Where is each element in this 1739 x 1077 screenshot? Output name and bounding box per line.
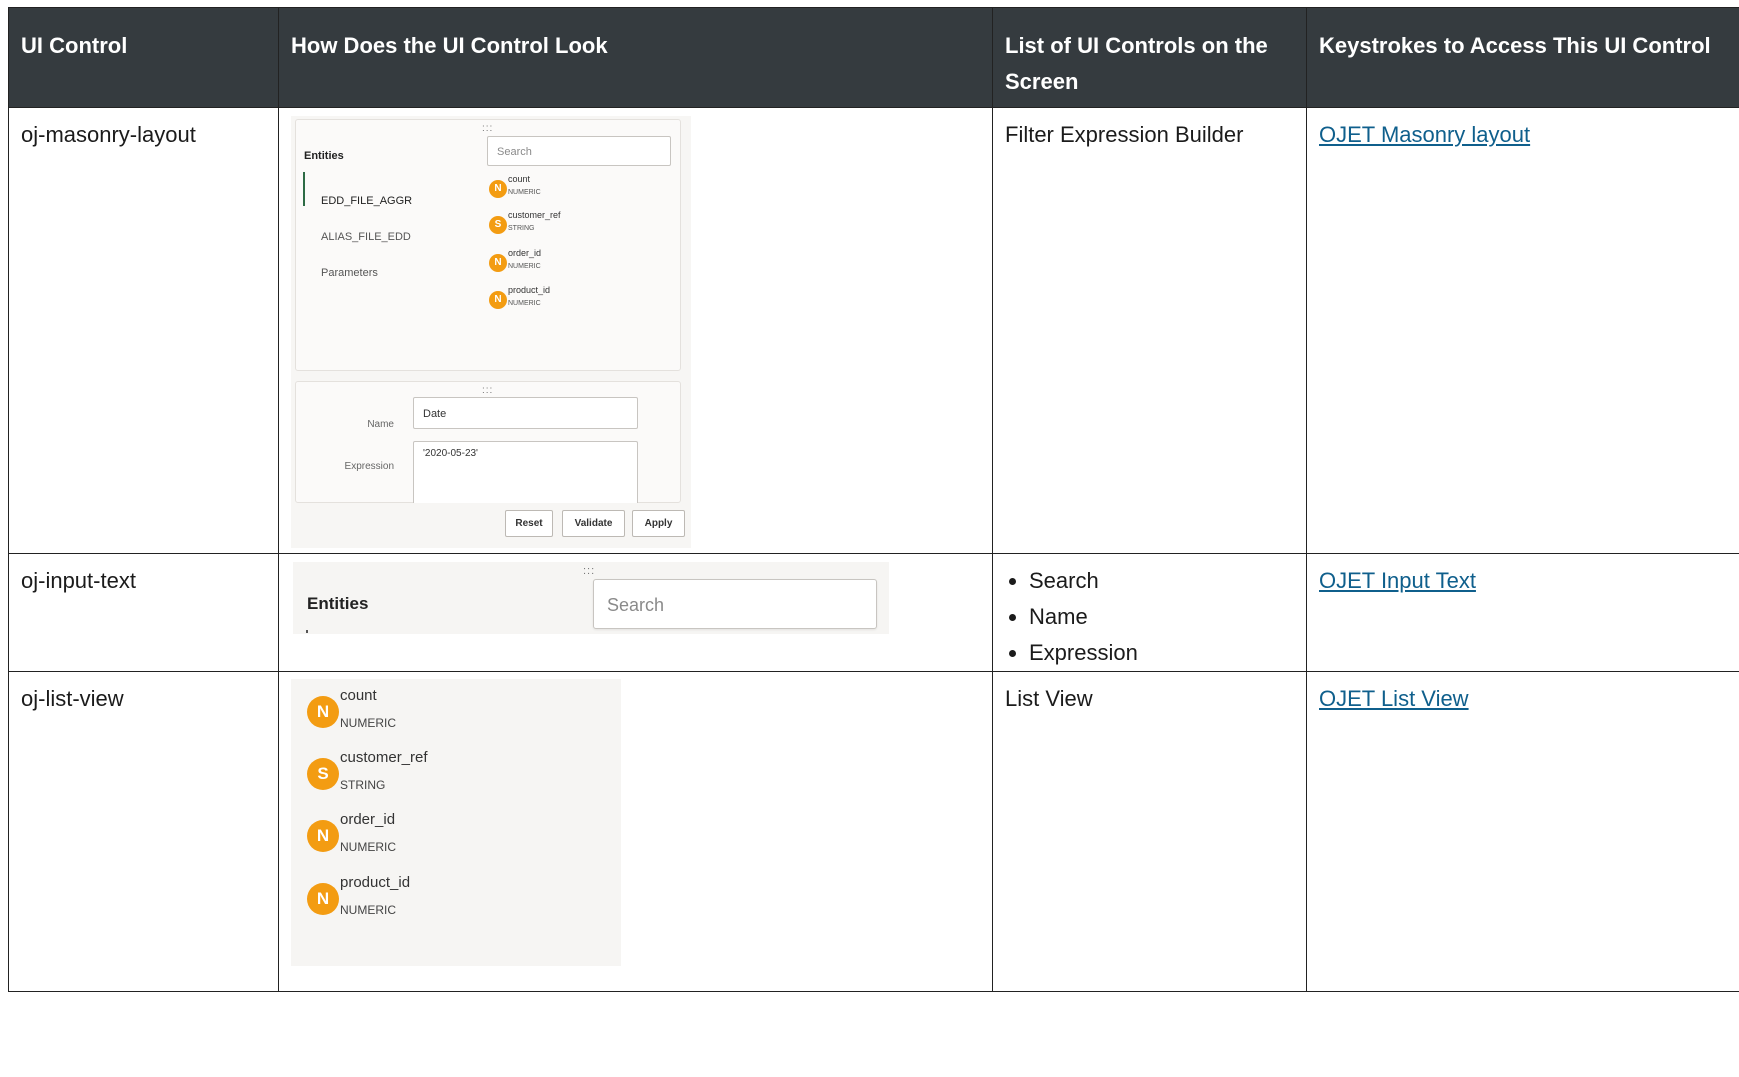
attribute-type: NUMERIC xyxy=(508,300,541,307)
entities-tile: ::: Entities Search EDD_FILE_AGGR ALIAS_… xyxy=(295,119,681,371)
control-name-cell: oj-input-text xyxy=(8,553,279,672)
list-item[interactable]: N product_id NUMERIC xyxy=(307,874,507,928)
attribute-type: NUMERIC xyxy=(508,189,541,196)
attribute-name: count xyxy=(508,174,531,184)
header-controls-list: List of UI Controls on the Screen xyxy=(992,7,1307,108)
entity-item[interactable]: Parameters xyxy=(321,255,378,291)
numeric-badge-icon: N xyxy=(307,696,339,728)
attribute-item[interactable]: N order_id NUMERIC xyxy=(489,248,619,278)
search-input[interactable]: Search xyxy=(487,136,671,166)
list-item[interactable]: N count NUMERIC xyxy=(307,687,507,741)
table-header-row: UI Control How Does the UI Control Look … xyxy=(8,7,1739,108)
selection-marker xyxy=(306,630,308,633)
attribute-type: NUMERIC xyxy=(340,716,396,730)
numeric-badge-icon: N xyxy=(489,254,507,272)
attribute-name: product_id xyxy=(340,874,411,891)
drag-handle-icon[interactable]: ::: xyxy=(583,566,595,577)
expression-form-tile: ::: Name Date Expression '2020-05-23' xyxy=(295,381,681,503)
numeric-badge-icon: N xyxy=(307,883,339,915)
control-name-cell: oj-list-view xyxy=(8,671,279,992)
entity-item[interactable]: ALIAS_FILE_EDD xyxy=(321,219,411,255)
control-look-cell: ::: Entities Search xyxy=(278,553,993,672)
header-keystrokes: Keystrokes to Access This UI Control xyxy=(1306,7,1739,108)
keystrokes-cell: OJET Input Text xyxy=(1306,553,1739,672)
entities-title: Entities xyxy=(307,594,369,613)
table-row: oj-masonry-layout ::: Entities Search ED… xyxy=(8,107,1739,554)
keystrokes-cell: OJET Masonry layout xyxy=(1306,107,1739,554)
attribute-name: customer_ref xyxy=(340,749,428,766)
controls-list-cell: Filter Expression Builder xyxy=(992,107,1307,554)
attribute-name: count xyxy=(340,687,377,704)
attribute-type: NUMERIC xyxy=(340,840,396,854)
attribute-type: NUMERIC xyxy=(508,263,541,270)
table-row: oj-list-view N count NUMERIC S customer_… xyxy=(8,671,1739,992)
ojet-list-view-link[interactable]: OJET List View xyxy=(1319,686,1469,711)
ojet-input-text-link[interactable]: OJET Input Text xyxy=(1319,568,1476,593)
attribute-name: product_id xyxy=(508,285,551,295)
entities-title: Entities xyxy=(304,150,344,162)
attribute-name: customer_ref xyxy=(508,210,561,220)
keystrokes-cell: OJET List View xyxy=(1306,671,1739,992)
list-view-screenshot: N count NUMERIC S customer_ref STRING N … xyxy=(291,679,621,966)
attribute-type: STRING xyxy=(508,225,535,232)
control-name-cell: oj-masonry-layout xyxy=(8,107,279,554)
numeric-badge-icon: N xyxy=(489,291,507,309)
list-item: Name xyxy=(1029,599,1294,635)
list-item: Expression xyxy=(1029,635,1294,671)
ui-controls-table: UI Control How Does the UI Control Look … xyxy=(8,7,1739,992)
search-input[interactable]: Search xyxy=(593,579,877,629)
controls-list: Search Name Expression xyxy=(1005,563,1294,671)
control-look-cell: N count NUMERIC S customer_ref STRING N … xyxy=(278,671,993,992)
header-ui-control: UI Control xyxy=(8,7,279,108)
attribute-item[interactable]: N product_id NUMERIC xyxy=(489,285,619,315)
name-field[interactable]: Date xyxy=(413,397,638,429)
name-label: Name xyxy=(367,419,394,430)
drag-handle-icon[interactable]: ::: xyxy=(482,386,493,396)
ojet-masonry-layout-link[interactable]: OJET Masonry layout xyxy=(1319,122,1530,147)
selected-indicator xyxy=(303,172,305,206)
input-text-screenshot: ::: Entities Search xyxy=(293,562,889,634)
drag-handle-icon[interactable]: ::: xyxy=(482,124,493,134)
attribute-type: NUMERIC xyxy=(340,903,396,917)
document-page: UI Control How Does the UI Control Look … xyxy=(0,0,1739,1077)
header-look: How Does the UI Control Look xyxy=(278,7,993,108)
entity-item[interactable]: EDD_FILE_AGGR xyxy=(321,183,412,219)
expression-field[interactable]: '2020-05-23' xyxy=(413,441,638,503)
attribute-name: order_id xyxy=(340,811,396,828)
numeric-badge-icon: N xyxy=(307,820,339,852)
list-item[interactable]: S customer_ref STRING xyxy=(307,749,507,803)
attribute-type: STRING xyxy=(340,778,386,792)
masonry-layout-screenshot: ::: Entities Search EDD_FILE_AGGR ALIAS_… xyxy=(291,116,691,548)
expression-label: Expression xyxy=(344,461,394,472)
attribute-item[interactable]: N count NUMERIC xyxy=(489,174,619,204)
list-item[interactable]: N order_id NUMERIC xyxy=(307,811,507,865)
attribute-item[interactable]: S customer_ref STRING xyxy=(489,210,619,240)
controls-list-cell: List View xyxy=(992,671,1307,992)
apply-button[interactable]: Apply xyxy=(632,510,685,537)
controls-list-cell: Search Name Expression xyxy=(992,553,1307,672)
string-badge-icon: S xyxy=(307,758,339,790)
attribute-name: order_id xyxy=(508,248,542,258)
list-item: Search xyxy=(1029,563,1294,599)
table-row: oj-input-text ::: Entities Search Search… xyxy=(8,553,1739,672)
string-badge-icon: S xyxy=(489,216,507,234)
validate-button[interactable]: Validate xyxy=(562,510,625,537)
reset-button[interactable]: Reset xyxy=(505,510,553,537)
control-look-cell: ::: Entities Search EDD_FILE_AGGR ALIAS_… xyxy=(278,107,993,554)
numeric-badge-icon: N xyxy=(489,180,507,198)
